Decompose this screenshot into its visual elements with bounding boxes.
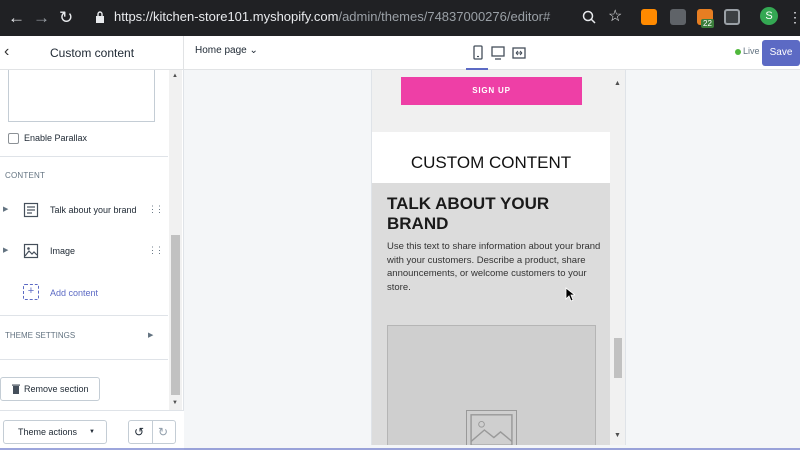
undo-icon[interactable]: ↺	[134, 425, 144, 439]
scroll-down-arrow-icon[interactable]: ▼	[172, 400, 178, 406]
preview-scrollbar[interactable]: ▲ ▼	[610, 70, 625, 445]
theme-settings-header[interactable]: THEME SETTINGS	[5, 331, 75, 340]
reload-icon[interactable]: ↻	[59, 8, 73, 28]
remove-section-label: Remove section	[24, 384, 89, 394]
back-chevron-icon[interactable]: ‹	[4, 43, 9, 61]
save-button[interactable]: Save	[762, 40, 800, 66]
trash-icon	[12, 384, 20, 394]
divider	[0, 156, 168, 157]
newsletter-section: SIGN UP	[372, 70, 610, 132]
image-picker-box[interactable]	[8, 70, 155, 122]
extension-badge: 22	[701, 19, 714, 28]
extension-orange-icon[interactable]	[641, 9, 657, 25]
fullscreen-view-icon[interactable]	[511, 45, 527, 61]
url-host: https://kitchen-store101.myshopify.com	[114, 9, 339, 24]
browser-menu-icon[interactable]: ⋮	[788, 9, 800, 25]
content-block-image[interactable]: ▶ Image ⋮⋮	[0, 237, 168, 267]
url-path: /admin/themes/74837000276/editor#	[338, 9, 551, 24]
content-block-talk-about-brand[interactable]: ▶ Talk about your brand ⋮⋮	[0, 196, 168, 226]
caret-down-icon: ▼	[89, 429, 95, 435]
back-arrow-icon[interactable]: ←	[8, 8, 25, 28]
text-block-icon	[23, 202, 39, 218]
caret-right-icon[interactable]: ▶	[148, 331, 153, 339]
scrollbar-thumb[interactable]	[614, 338, 622, 378]
content-section-header: CONTENT	[5, 171, 46, 180]
image-block-icon	[23, 243, 39, 259]
mobile-preview-frame: SIGN UP CUSTOM CONTENT TALK ABOUT YOUR B…	[371, 70, 626, 445]
forward-arrow-icon[interactable]: →	[33, 8, 50, 28]
page-select-label: Home page	[195, 45, 247, 56]
enable-parallax-checkbox[interactable]	[8, 133, 19, 144]
undo-redo-group: ↺ ↻	[128, 420, 176, 444]
add-content-link[interactable]: Add content	[50, 288, 98, 298]
remove-section-button[interactable]: Remove section	[0, 377, 100, 401]
scroll-up-arrow-icon[interactable]: ▲	[614, 80, 621, 87]
content-block-label: Talk about your brand	[50, 205, 137, 215]
zoom-icon[interactable]	[582, 10, 596, 24]
panel-title: Custom content	[50, 46, 135, 60]
theme-actions-label: Theme actions	[18, 427, 78, 437]
live-status-dot	[735, 49, 741, 55]
chevron-down-icon: ⌄	[249, 45, 258, 56]
section-settings-sidebar: Enable Parallax CONTENT ▶ Talk about you…	[0, 70, 184, 450]
brand-heading: TALK ABOUT YOUR BRAND	[387, 194, 550, 233]
drag-handle-icon[interactable]: ⋮⋮	[148, 245, 164, 256]
drag-handle-icon[interactable]: ⋮⋮	[148, 204, 164, 215]
content-block-label: Image	[50, 246, 76, 256]
redo-icon[interactable]: ↻	[158, 425, 168, 439]
divider	[152, 421, 153, 443]
theme-actions-dropdown[interactable]: Theme actions ▼	[3, 420, 107, 444]
extension-gray-icon[interactable]	[670, 9, 686, 25]
section-title: CUSTOM CONTENT	[410, 153, 572, 172]
scroll-up-arrow-icon[interactable]: ▲	[172, 73, 178, 79]
caret-right-icon[interactable]: ▶	[3, 246, 8, 254]
divider	[0, 315, 168, 316]
profile-avatar[interactable]: S	[760, 7, 778, 25]
editor-topbar: ‹ Custom content Home page ⌄ Live Save	[0, 36, 800, 70]
image-placeholder	[387, 325, 596, 445]
address-bar[interactable]: https://kitchen-store101.myshopify.com/a…	[114, 9, 550, 24]
desktop-view-icon[interactable]	[490, 45, 506, 61]
bookmark-star-icon[interactable]: ☆	[608, 7, 622, 27]
image-placeholder-icon	[466, 410, 517, 445]
page-select-dropdown[interactable]: Home page ⌄	[195, 45, 258, 56]
caret-right-icon[interactable]: ▶	[3, 205, 8, 213]
mobile-view-icon[interactable]	[470, 45, 486, 61]
browser-toolbar: ← → ↻ https://kitchen-store101.myshopify…	[0, 0, 800, 36]
enable-parallax-label: Enable Parallax	[24, 133, 88, 143]
sidebar-scrollbar[interactable]: ▲ ▼	[169, 70, 182, 410]
scroll-down-arrow-icon[interactable]: ▼	[614, 432, 621, 439]
mouse-cursor-icon	[565, 287, 575, 302]
live-status-label: Live	[743, 46, 760, 56]
extension-square-icon[interactable]	[724, 9, 740, 25]
sign-up-button[interactable]: SIGN UP	[401, 77, 582, 105]
add-content-icon[interactable]: +	[23, 284, 39, 300]
sidebar-footer: Theme actions ▼ ↺ ↻	[0, 410, 184, 450]
topbar-divider	[183, 36, 184, 70]
lock-icon	[96, 11, 104, 23]
scrollbar-thumb[interactable]	[171, 235, 180, 395]
divider	[0, 359, 168, 360]
